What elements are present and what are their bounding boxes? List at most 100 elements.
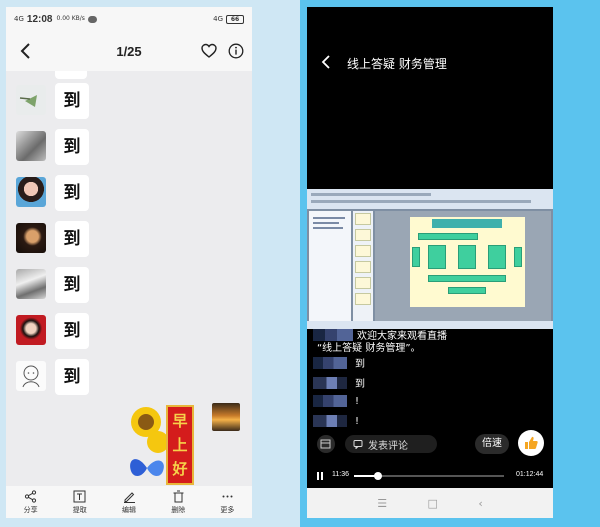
outline-line: [313, 222, 339, 224]
comment-text: !: [355, 395, 360, 407]
avatar: [313, 376, 347, 389]
share-button[interactable]: 分享: [6, 486, 55, 518]
live-title: 线上答疑 财务管理: [347, 57, 447, 71]
comment-text: !: [355, 415, 360, 427]
back-arrow-icon[interactable]: [320, 54, 332, 70]
home-icon[interactable]: □: [428, 497, 438, 510]
current-time: 11:36: [332, 471, 349, 478]
top-nav: 1/25: [6, 31, 252, 71]
info-icon[interactable]: [228, 43, 244, 59]
toolbar-label: 分享: [23, 505, 38, 514]
comment-text: 到: [355, 379, 365, 390]
list-item: 到: [6, 267, 252, 307]
avatar: [313, 395, 347, 407]
good-morning-sticker[interactable]: 早 上 好: [121, 401, 211, 487]
comment-input[interactable]: 发表评论: [345, 435, 437, 453]
message-bubble[interactable]: 到: [55, 313, 89, 349]
diagram-node: [428, 245, 446, 269]
heart-icon[interactable]: [201, 43, 217, 59]
signal-indicator: 4G: [14, 15, 24, 23]
playback-speed-button[interactable]: 倍速: [475, 434, 509, 454]
slide: [410, 217, 525, 307]
like-button[interactable]: [518, 430, 544, 456]
sticker-char: 上: [172, 436, 188, 454]
list-item: 到: [6, 175, 252, 215]
diagram-node: [514, 247, 522, 267]
slide-thumbnail: [355, 245, 371, 257]
list-item: 到: [6, 83, 252, 123]
sticker-char: 早: [172, 412, 188, 430]
toolbar-label: 更多: [220, 505, 235, 514]
slide-thumbnail: [355, 261, 371, 273]
message-bubble[interactable]: 到: [55, 221, 89, 257]
back-icon[interactable]: ‹: [478, 497, 482, 510]
thumbs-up-icon: [525, 436, 538, 449]
ribbon-row: [311, 200, 531, 203]
bottom-toolbar: 分享 提取 编辑 删除 更多: [6, 486, 252, 518]
video-player[interactable]: [307, 189, 553, 329]
avatar: [313, 415, 347, 427]
avatar-7[interactable]: [16, 361, 46, 391]
message-bubble[interactable]: 到: [55, 359, 89, 395]
toolbar-label: 删除: [171, 505, 186, 514]
chat-history[interactable]: 到 到 到 到 到 到 到 早 上 好: [6, 71, 252, 486]
delete-icon: [173, 490, 184, 502]
seek-bar[interactable]: [354, 472, 504, 480]
network-type: 4G: [213, 15, 223, 23]
extract-button[interactable]: 提取: [55, 486, 104, 518]
ppt-outline-pane: [309, 211, 351, 321]
live-header: 线上答疑 财务管理: [307, 47, 553, 77]
diagram-node: [448, 287, 486, 294]
slide-thumbnail: [355, 213, 371, 225]
comment-placeholder: 发表评论: [368, 440, 408, 452]
live-controls: 发表评论 倍速: [307, 430, 553, 457]
total-duration: 01:12:44: [516, 471, 544, 478]
menu-icon[interactable]: ☰: [377, 497, 387, 510]
sticker-text: 早 上 好: [166, 405, 194, 485]
message-bubble[interactable]: 到: [55, 175, 89, 211]
ppt-thumbnail-pane: [353, 211, 373, 321]
list-item: 到: [313, 355, 365, 370]
edit-button[interactable]: 编辑: [104, 486, 153, 518]
avatar-3[interactable]: [16, 177, 46, 207]
diagram-node: [418, 233, 478, 240]
pause-icon[interactable]: [316, 472, 324, 480]
list-item: !: [313, 415, 359, 427]
butterfly-icon: [130, 459, 164, 477]
share-icon: [24, 489, 37, 503]
avatar-6[interactable]: [16, 315, 46, 345]
welcome-text-2: “线上答疑 财务管理”。: [317, 343, 421, 354]
diagram-node: [458, 245, 476, 269]
ribbon-row: [311, 193, 431, 196]
sunflower-center: [138, 414, 154, 430]
status-time: 12:08: [26, 13, 53, 25]
net-speed: 0.00 KB/s: [56, 15, 85, 22]
slide-thumbnail: [355, 229, 371, 241]
sticker-char: 好: [172, 460, 188, 478]
message-bubble[interactable]: 到: [55, 129, 89, 165]
outline-line: [313, 217, 345, 219]
more-button[interactable]: 更多: [203, 486, 252, 518]
message-bubble[interactable]: 到: [55, 83, 89, 119]
diagram-node: [428, 275, 506, 282]
avatar-4[interactable]: [16, 223, 46, 253]
delete-button[interactable]: 删除: [154, 486, 203, 518]
status-bar: 4G 12:08 0.00 KB/s 4G 66: [6, 7, 252, 31]
ppt-canvas: [375, 211, 551, 321]
sunset-photo-thumbnail[interactable]: [212, 403, 240, 431]
gift-icon[interactable]: [317, 435, 335, 453]
slide-thumbnail: [355, 277, 371, 289]
left-phone-screen: 4G 12:08 0.00 KB/s 4G 66 1/25 到 到 到 到 到 …: [6, 7, 252, 518]
list-item: 到: [6, 313, 252, 353]
list-item: 到: [6, 129, 252, 169]
message-bubble[interactable]: 到: [55, 267, 89, 303]
status-right: 4G 66: [213, 14, 244, 24]
seek-handle[interactable]: [374, 472, 382, 480]
wechat-notification-icon: [87, 15, 97, 23]
avatar-2[interactable]: [16, 131, 46, 161]
playback-progress: 11:36 01:12:44: [307, 469, 553, 483]
avatar-5[interactable]: [16, 269, 46, 299]
comment-icon: [353, 440, 363, 449]
avatar-1[interactable]: [16, 85, 46, 115]
diagram-node: [488, 245, 506, 269]
